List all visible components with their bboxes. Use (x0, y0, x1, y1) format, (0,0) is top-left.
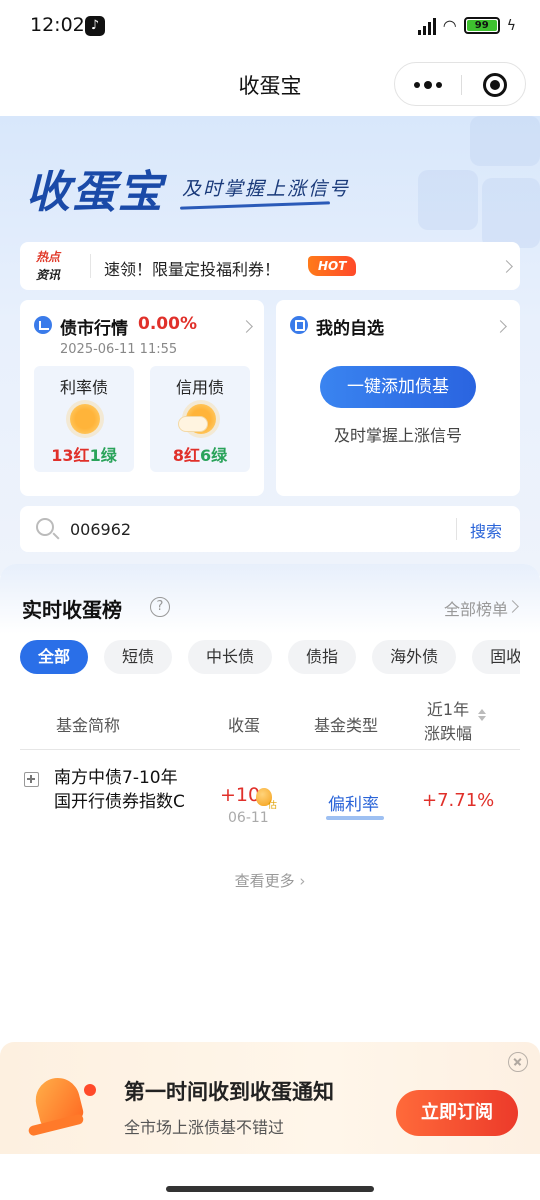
decor-block (418, 170, 478, 230)
table-row[interactable]: 南方中债7-10年国开行债券指数C +10 估 06-11 偏利率 +7.71% (20, 762, 520, 852)
notify-banner: 第一时间收到收蛋通知 全市场上涨债基不错过 立即订阅 (0, 1042, 540, 1154)
search-button[interactable]: 搜索 (470, 518, 502, 542)
decor-block (482, 178, 540, 248)
mini-program-capsule (394, 62, 526, 106)
news-tag-line2: 资讯 (36, 268, 61, 282)
battery-level: 99 (466, 20, 497, 31)
search-input[interactable] (70, 514, 450, 544)
title-bar: 收蛋宝 (0, 54, 540, 116)
news-text: 速领！限量定投福利券！ (104, 260, 281, 279)
market-time: 2025-06-11 11:55 (60, 342, 178, 357)
search-bar: 搜索 (20, 506, 520, 552)
header-egg: 收蛋 (228, 716, 261, 735)
add-to-watchlist-icon[interactable] (24, 772, 39, 787)
credit-bond-box[interactable]: 信用债 8红6绿 (150, 366, 250, 472)
view-more-link[interactable]: 查看更多 › (0, 870, 540, 891)
tab-mid-long-bond[interactable]: 中长债 (188, 640, 273, 674)
fund-type-underline (326, 816, 384, 820)
all-rankings-link[interactable]: 全部榜单 (444, 596, 508, 620)
cloud-shape (178, 416, 208, 432)
close-mini-program-icon[interactable] (483, 73, 507, 97)
sort-icon[interactable] (478, 709, 486, 723)
chevron-right-icon (500, 260, 513, 273)
chart-icon (34, 316, 52, 334)
bond-count: 13红1绿 (51, 446, 117, 465)
tab-bond-index[interactable]: 债指 (288, 640, 357, 674)
watchlist-subtitle: 及时掌握上涨信号 (333, 426, 462, 445)
market-card[interactable]: 债市行情 0.00% 2025-06-11 11:55 利率债 13红1绿 信用… (20, 300, 264, 496)
tab-fixed-income-plus[interactable]: 固收+ (472, 640, 520, 674)
charging-icon: ϟ (506, 17, 516, 34)
help-icon[interactable]: ? (150, 597, 170, 617)
hot-badge: HOT (308, 256, 357, 276)
table-header: 基金简称 收蛋 基金类型 近1年 涨跌幅 (20, 694, 520, 750)
egg-value: +10 (220, 784, 261, 806)
news-tag-line1: 热点 (36, 250, 61, 264)
egg-date: 06-11 (228, 810, 269, 826)
market-title: 债市行情 (60, 319, 128, 339)
bond-label: 利率债 (59, 378, 108, 397)
wifi-icon: ◠ (442, 16, 457, 35)
news-banner[interactable]: 热点 资讯 速领！限量定投福利券！ HOT (20, 242, 520, 290)
decor-block (470, 116, 540, 166)
tiktok-notification-icon: ♪ (85, 16, 105, 36)
more-icon[interactable] (395, 63, 461, 107)
sunny-icon (70, 404, 100, 434)
tab-all[interactable]: 全部 (20, 640, 89, 674)
chevron-right-icon (494, 320, 507, 333)
bond-count: 8红6绿 (172, 446, 228, 465)
hero-slogan: 及时掌握上涨信号 (182, 178, 351, 200)
fund-name: 南方中债7-10年国开行债券指数C (54, 768, 185, 812)
hero-logo: 收蛋宝 (26, 167, 164, 218)
search-divider (456, 518, 457, 540)
capsule-divider (461, 75, 462, 95)
status-bar: 12:02 ♪ ◠ 99 ϟ (0, 0, 540, 54)
estimate-tag: 估 (268, 801, 278, 811)
chevron-right-icon (240, 320, 253, 333)
notify-subtitle: 全市场上涨债基不错过 (124, 1118, 285, 1137)
signal-icon (417, 17, 436, 35)
chevron-right-icon: › (299, 872, 306, 890)
fund-type: 偏利率 (328, 795, 379, 815)
system-nav-bar (0, 1154, 540, 1200)
add-bond-funds-button[interactable]: 一键添加债基 (320, 366, 476, 408)
search-icon (36, 518, 54, 536)
fund-return: +7.71% (422, 790, 495, 811)
header-fund-type: 基金类型 (314, 716, 379, 735)
category-tabs: 全部 短债 中长债 债指 海外债 固收+ (20, 640, 520, 674)
news-tag: 热点 资讯 (36, 248, 66, 284)
header-fund-name: 基金简称 (56, 716, 121, 735)
close-banner-icon[interactable] (508, 1052, 528, 1072)
tab-short-bond[interactable]: 短债 (104, 640, 173, 674)
status-time: 12:02 (30, 14, 85, 36)
market-change: 0.00% (138, 314, 197, 334)
rank-title: 实时收蛋榜 (22, 598, 122, 622)
rate-bond-box[interactable]: 利率债 13红1绿 (34, 366, 134, 472)
header-return[interactable]: 近1年 涨跌幅 (422, 696, 474, 744)
slogan-underline (179, 201, 331, 210)
subscribe-button[interactable]: 立即订阅 (396, 1090, 518, 1136)
notify-title: 第一时间收到收蛋通知 (124, 1080, 334, 1104)
bond-label: 信用债 (175, 378, 224, 397)
status-indicators: ◠ 99 ϟ (417, 16, 516, 35)
tab-overseas-bond[interactable]: 海外债 (372, 640, 457, 674)
home-indicator[interactable] (166, 1186, 374, 1192)
news-divider (90, 254, 91, 278)
battery-icon: 99 (463, 17, 500, 34)
bell-icon (22, 1070, 96, 1140)
watchlist-card[interactable]: 我的自选 一键添加债基 及时掌握上涨信号 (276, 300, 520, 496)
watchlist-title: 我的自选 (316, 319, 384, 339)
bookmark-icon (290, 316, 308, 334)
